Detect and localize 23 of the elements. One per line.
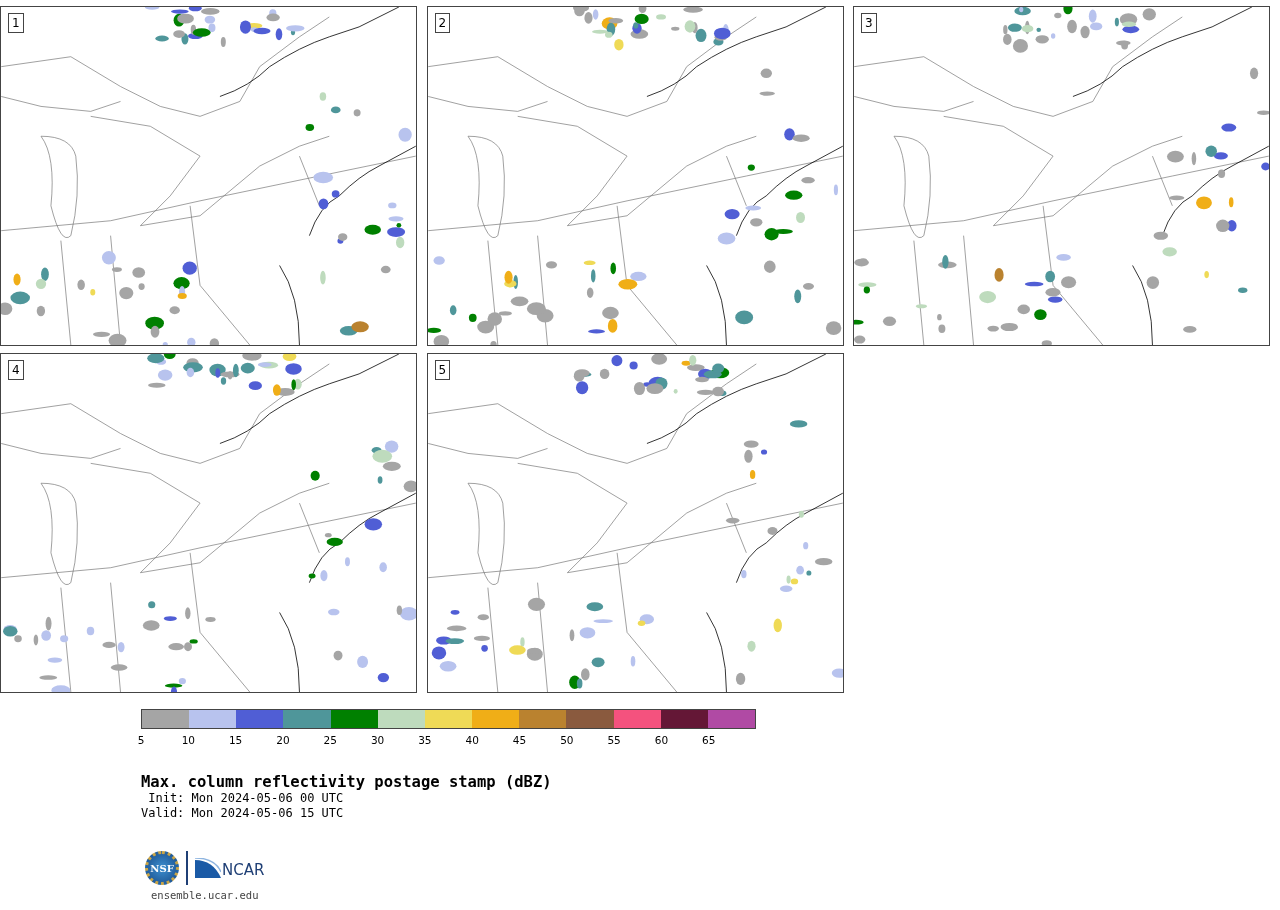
- tick-label: 5: [137, 733, 145, 748]
- panel-number: 1: [8, 13, 24, 33]
- tick-label: 45: [512, 733, 527, 748]
- tick-label: 60: [654, 733, 669, 748]
- tick-label: 15: [228, 733, 243, 748]
- wordmark: NCAR: [222, 863, 265, 878]
- panel-number: 4: [8, 360, 24, 380]
- site-url: ensemble.ucar.edu: [151, 889, 260, 902]
- tick-label: 30: [370, 733, 385, 748]
- tick-label: 65: [702, 733, 716, 748]
- panel-number: 3: [861, 13, 877, 33]
- chart-title: Max. column reflectivity postage stamp (dBZ): [141, 773, 553, 791]
- tick-label: 55: [607, 733, 621, 748]
- tick-label: 50: [560, 733, 574, 748]
- tick-label: 25: [323, 733, 337, 748]
- tick-label: 10: [181, 733, 195, 748]
- valid-time: Valid: Mon 2024-05-06 15 UTC: [141, 806, 345, 821]
- tick-label: 40: [465, 733, 479, 748]
- arc-logo-icon: [195, 858, 221, 878]
- tick-label: 35: [418, 733, 432, 748]
- tick-label: 20: [276, 733, 290, 748]
- init-time: Init: Mon 2024-05-06 00 UTC: [147, 791, 345, 806]
- seal-logo: NSF: [145, 851, 179, 885]
